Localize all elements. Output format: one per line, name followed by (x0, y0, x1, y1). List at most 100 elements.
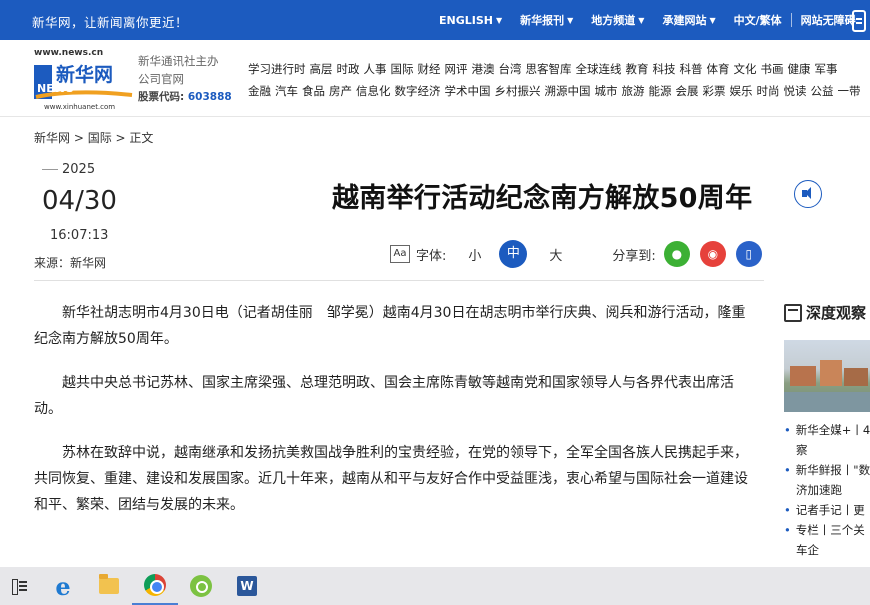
edge-icon: e (55, 571, 71, 601)
channel-link[interactable]: 溯源中国 (545, 84, 591, 98)
folder-icon (99, 574, 119, 594)
nav-hosted-sites[interactable]: 承建网站 ▼ (653, 12, 724, 28)
channel-link[interactable]: 一带 (838, 84, 861, 98)
channel-link[interactable]: 公益 (811, 84, 834, 98)
breadcrumb-home[interactable]: 新华网 (34, 131, 70, 145)
company-info: 新华通讯社主办 公司官网 股票代码: 603888 (138, 52, 232, 106)
channel-link[interactable]: 学术中国 (445, 84, 491, 98)
nav-label: 中文/繁体 (733, 14, 782, 27)
publish-time: 16:07:13 (50, 228, 109, 243)
article-tools: Aa 字体: 小 中 大 分享到: ● ◉ ▯ (390, 238, 762, 270)
channel-link[interactable]: 数字经济 (395, 84, 441, 98)
channel-link[interactable]: 娱乐 (730, 84, 753, 98)
year-dash (42, 169, 58, 170)
channel-link[interactable]: 学习进行时 (248, 62, 306, 76)
article-body: 新华社胡志明市4月30日电（记者胡佳丽 邹学冕）越南4月30日在胡志明市举行庆典… (34, 300, 758, 536)
channel-link[interactable]: 财经 (418, 62, 441, 76)
year-text: 2025 (62, 162, 96, 177)
chevron-down-icon: ▼ (567, 15, 574, 25)
article-paragraph: 苏林在致辞中说，越南继承和发扬抗美救国战争胜利的宝贵经验，在党的领导下，全军全国… (34, 445, 748, 513)
site-slogan: 新华网，让新闻离你更近！ (32, 15, 189, 30)
channel-link[interactable]: 时尚 (757, 84, 780, 98)
company-line1: 新华通讯社主办 (138, 54, 219, 68)
channel-link[interactable]: 思客智库 (526, 62, 572, 76)
article-source: 来源：新华网 (34, 256, 107, 270)
xinhua-logo[interactable]: www.news.cn 新华网 NEWS www.xinhuanet.com (34, 48, 136, 112)
channel-link[interactable]: 军事 (815, 62, 838, 76)
channel-link[interactable]: 食品 (302, 84, 325, 98)
channel-link[interactable]: 科普 (680, 62, 703, 76)
channel-link[interactable]: 乡村振兴 (495, 84, 541, 98)
site-header: www.news.cn 新华网 NEWS www.xinhuanet.com 新… (0, 40, 870, 116)
channel-link[interactable]: 高层 (310, 62, 333, 76)
nav-english[interactable]: ENGLISH ▼ (430, 14, 511, 27)
sidebar-heading: 深度观察 (784, 302, 866, 323)
breadcrumb-current: 正文 (129, 131, 154, 145)
channel-link[interactable]: 全球连线 (576, 62, 622, 76)
article-paragraph: 越共中央总书记苏林、国家主席梁强、总理范明政、国会主席陈青敏等越南党和国家领导人… (34, 375, 734, 417)
edge-taskbar-button[interactable]: e (40, 567, 86, 605)
channel-link[interactable]: 科技 (653, 62, 676, 76)
font-label: 字体: (416, 248, 447, 264)
sidebar-item[interactable]: • 新华鲜报丨"数 (784, 460, 870, 480)
mobile-icon[interactable] (852, 10, 866, 32)
channel-link[interactable]: 时政 (337, 62, 360, 76)
channel-link[interactable]: 文化 (734, 62, 757, 76)
sidebar-photo[interactable] (784, 340, 870, 412)
channel-link[interactable]: 体育 (707, 62, 730, 76)
file-explorer-taskbar-button[interactable] (86, 567, 132, 605)
task-view-button[interactable] (0, 567, 40, 605)
nav-label: 地方频道 (591, 14, 636, 27)
channel-link[interactable]: 汽车 (275, 84, 298, 98)
channel-link[interactable]: 信息化 (356, 84, 391, 98)
chrome-taskbar-button[interactable] (132, 567, 178, 605)
chevron-down-icon: ▼ (638, 15, 645, 25)
mobile-share-icon[interactable]: ▯ (735, 241, 762, 267)
green-app-icon (190, 575, 212, 597)
breadcrumb-international[interactable]: 国际 (88, 131, 112, 145)
channel-link[interactable]: 健康 (788, 62, 811, 76)
sidebar-heading-text: 深度观察 (806, 304, 867, 322)
wechat-share-icon[interactable]: ● (663, 241, 690, 267)
channel-link[interactable]: 能源 (649, 84, 672, 98)
font-small-button[interactable]: 小 (468, 245, 481, 264)
sidebar-item-cont[interactable]: 车企 (784, 540, 870, 560)
article-title: 越南举行活动纪念南方解放50周年 (332, 183, 753, 214)
channel-link[interactable]: 城市 (595, 84, 618, 98)
channel-link[interactable]: 房产 (329, 84, 352, 98)
nav-local-channels[interactable]: 地方频道 ▼ (582, 12, 653, 28)
channel-link[interactable]: 悦读 (784, 84, 807, 98)
sidebar-item[interactable]: • 新华全媒+丨4 (784, 420, 870, 440)
channel-link[interactable]: 旅游 (622, 84, 645, 98)
stock-number: 603888 (187, 91, 232, 103)
channel-link[interactable]: 书画 (761, 62, 784, 76)
taskbar: e W (0, 567, 870, 605)
speaker-icon[interactable] (794, 180, 822, 208)
channel-link[interactable]: 港澳 (472, 62, 495, 76)
nav-label: 承建网站 (662, 14, 707, 27)
sidebar-item-cont[interactable]: 察 (784, 440, 870, 460)
channel-link[interactable]: 国际 (391, 62, 414, 76)
font-medium-button[interactable]: 中 (499, 240, 528, 268)
company-line2: 公司官网 (138, 72, 184, 86)
weibo-share-icon[interactable]: ◉ (699, 241, 726, 267)
channel-link[interactable]: 彩票 (703, 84, 726, 98)
top-bar: 新华网，让新闻离你更近！ ENGLISH ▼ 新华报刊 ▼ 地方频道 ▼ 承建网站 ▼ … (0, 0, 870, 40)
channel-link[interactable]: 教育 (626, 62, 649, 76)
nav-newspapers[interactable]: 新华报刊 ▼ (511, 12, 582, 28)
channel-link[interactable]: 网评 (445, 62, 468, 76)
channel-link[interactable]: 台湾 (499, 62, 522, 76)
font-large-button[interactable]: 大 (549, 245, 562, 264)
stock-code: 股票代码: 603888 (138, 88, 232, 106)
sidebar-item[interactable]: • 记者手记丨更 (784, 500, 870, 520)
channel-link[interactable]: 金融 (248, 84, 271, 98)
sidebar-item[interactable]: • 专栏丨三个关 (784, 520, 870, 540)
green-app-taskbar-button[interactable] (178, 567, 224, 605)
svg-text:NEWS: NEWS (37, 82, 74, 95)
nav-traditional-chinese[interactable]: 中文/繁体 (725, 12, 791, 28)
sidebar-item-cont[interactable]: 济加速跑 (784, 480, 870, 500)
chrome-icon (144, 574, 166, 596)
word-taskbar-button[interactable]: W (224, 567, 270, 605)
channel-link[interactable]: 会展 (676, 84, 699, 98)
channel-link[interactable]: 人事 (364, 62, 387, 76)
